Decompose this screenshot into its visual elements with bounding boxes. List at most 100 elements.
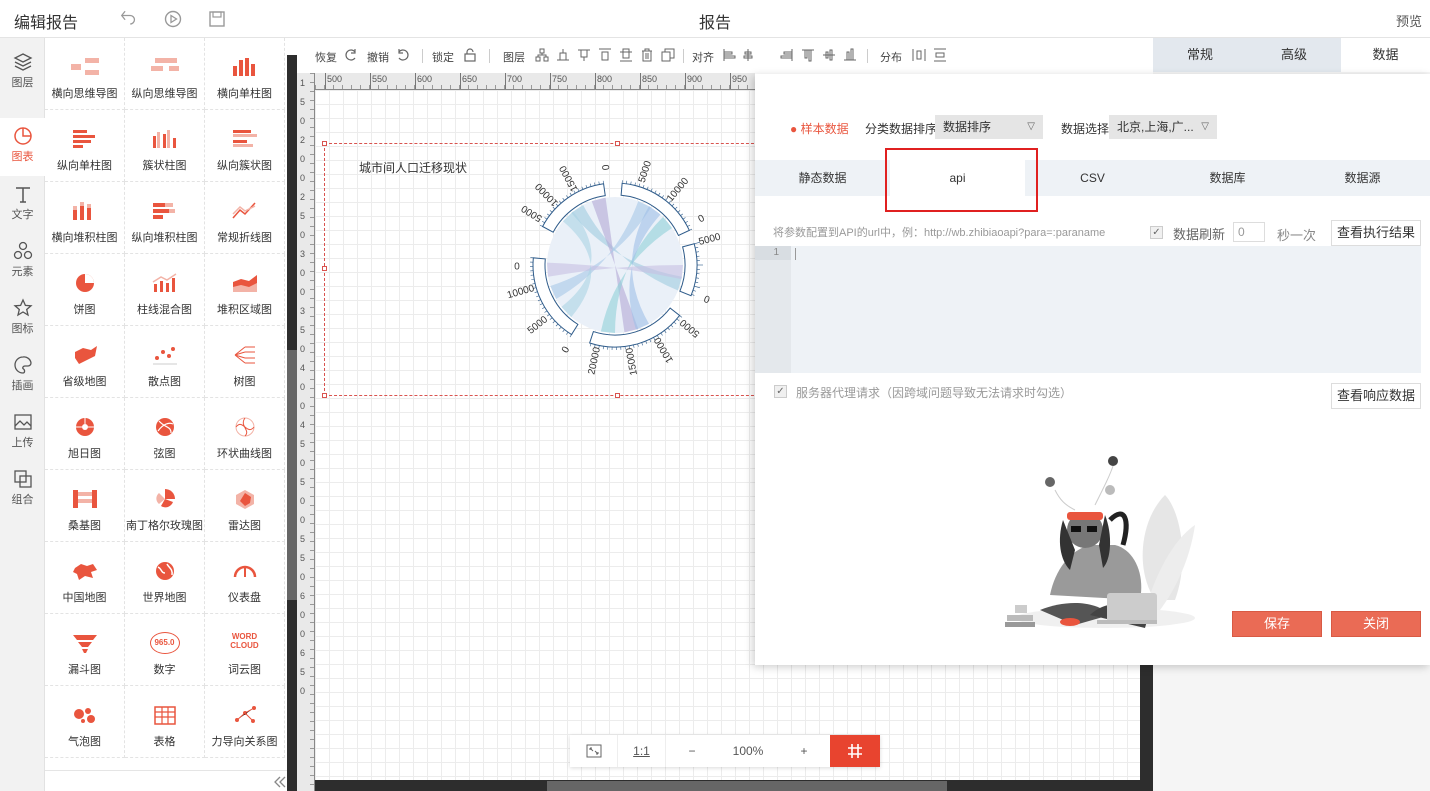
- align-bottom-icon[interactable]: [843, 48, 857, 62]
- palette-item[interactable]: 散点图: [125, 326, 205, 398]
- palette-item[interactable]: 表格: [125, 686, 205, 758]
- zoom-out-button[interactable]: −: [666, 735, 718, 767]
- palette-item[interactable]: 漏斗图: [45, 614, 125, 686]
- actual-size-button[interactable]: 1:1: [618, 735, 666, 767]
- api-code-editor[interactable]: [755, 246, 1421, 373]
- refresh-interval-input[interactable]: 0: [1233, 222, 1265, 242]
- chord-tick: [638, 183, 641, 187]
- collapse-icon[interactable]: [273, 775, 287, 789]
- undo-icon[interactable]: [397, 48, 411, 62]
- horizontal-scroll-thumb[interactable]: [547, 781, 947, 791]
- tab-csv[interactable]: CSV: [1025, 160, 1160, 196]
- palette-item[interactable]: 965.0 数字: [125, 614, 205, 686]
- delete-icon[interactable]: [640, 48, 654, 62]
- rail-label: 插画: [11, 380, 34, 392]
- palette-item[interactable]: 环状曲线图: [205, 398, 285, 470]
- bring-forward-icon[interactable]: [556, 48, 570, 62]
- palette-item[interactable]: 堆积区域图: [205, 254, 285, 326]
- copy-icon[interactable]: [661, 48, 675, 62]
- palette-item[interactable]: 常规折线图: [205, 182, 285, 254]
- tab-datasource[interactable]: 数据源: [1295, 160, 1430, 196]
- align-right-icon[interactable]: [780, 48, 794, 62]
- palette-item-label: 散点图: [148, 376, 181, 388]
- view-response-button[interactable]: 查看响应数据: [1331, 383, 1421, 409]
- palette-item[interactable]: 旭日图: [45, 398, 125, 470]
- palette-item[interactable]: 力导向关系图: [205, 686, 285, 758]
- send-backward-icon[interactable]: [577, 48, 591, 62]
- palette-item[interactable]: 纵向单柱图: [45, 110, 125, 182]
- sample-data-link[interactable]: ● 样本数据: [790, 120, 849, 137]
- distribute-horizontal-icon[interactable]: [912, 48, 926, 62]
- layer-tree-icon[interactable]: [535, 48, 549, 62]
- align-middle-icon[interactable]: [822, 48, 836, 62]
- palette-item-label: 堆积区域图: [217, 304, 272, 316]
- proxy-checkbox[interactable]: ✓: [774, 385, 787, 398]
- resize-handle[interactable]: [322, 393, 327, 398]
- palette-item[interactable]: 省级地图: [45, 326, 125, 398]
- palette-item[interactable]: 簇状柱图: [125, 110, 205, 182]
- vertical-ruler: 1 5 0 2 0 0 2 5 0 3 0 0 3 5 0 4 0 0 4 5 0 5 0 0 5 5 0 6 0 0 6 5 0: [297, 73, 315, 791]
- preview-button[interactable]: 预览: [1396, 11, 1422, 30]
- tab-database[interactable]: 数据库: [1160, 160, 1295, 196]
- rail-text[interactable]: 文字: [0, 176, 45, 233]
- tab-general[interactable]: 常规: [1153, 38, 1247, 72]
- resize-handle[interactable]: [322, 266, 327, 271]
- refresh-checkbox[interactable]: ✓: [1150, 226, 1163, 239]
- palette-item[interactable]: 纵向堆积柱图: [125, 182, 205, 254]
- palette-item[interactable]: 桑基图: [45, 470, 125, 542]
- tab-advanced[interactable]: 高级: [1247, 38, 1341, 72]
- view-result-button[interactable]: 查看执行结果: [1331, 220, 1421, 246]
- palette-item[interactable]: 纵向簇状图: [205, 110, 285, 182]
- palette-item[interactable]: WORD CLOUD 词云图: [205, 614, 285, 686]
- lock-button[interactable]: 锁定: [432, 49, 454, 65]
- resize-handle[interactable]: [322, 141, 327, 146]
- distribute-vertical-icon[interactable]: [933, 48, 947, 62]
- rail-group[interactable]: 组合: [0, 461, 45, 518]
- sort-select-value: 数据排序: [943, 120, 992, 134]
- palette-item[interactable]: 南丁格尔玫瑰图: [125, 470, 205, 542]
- rail-upload[interactable]: 上传: [0, 404, 45, 461]
- chord-tick-label: 10000: [665, 175, 692, 204]
- palette-item[interactable]: 雷达图: [205, 470, 285, 542]
- palette-item[interactable]: 仪表盘: [205, 542, 285, 614]
- bring-to-front-icon[interactable]: [598, 48, 612, 62]
- palette-item[interactable]: 横向思维导图: [45, 38, 125, 110]
- palette-item[interactable]: 弦图: [125, 398, 205, 470]
- palette-scroll-thumb[interactable]: [287, 350, 297, 600]
- palette-item[interactable]: 横向堆积柱图: [45, 182, 125, 254]
- undo-button[interactable]: 撤销: [367, 49, 389, 65]
- tab-data[interactable]: 数据: [1341, 38, 1430, 72]
- rail-icons[interactable]: 图标: [0, 290, 45, 347]
- grid-toggle-button[interactable]: [830, 735, 880, 767]
- send-to-back-icon[interactable]: [619, 48, 633, 62]
- lock-icon[interactable]: [463, 48, 477, 62]
- palette-item[interactable]: 饼图: [45, 254, 125, 326]
- palette-item[interactable]: 中国地图: [45, 542, 125, 614]
- palette-item[interactable]: 气泡图: [45, 686, 125, 758]
- sort-select[interactable]: 数据排序 ▽: [935, 115, 1043, 139]
- zoom-in-button[interactable]: +: [778, 735, 830, 767]
- layer-button[interactable]: 图层: [503, 49, 525, 65]
- chord-tick: [598, 181, 600, 185]
- chord-tick: [589, 183, 592, 187]
- rail-layers[interactable]: 图层: [0, 44, 45, 101]
- palette-item[interactable]: 世界地图: [125, 542, 205, 614]
- rail-elements[interactable]: 元素: [0, 233, 45, 290]
- data-select-value: 北京,上海,广...: [1117, 120, 1194, 134]
- palette-item[interactable]: 树图: [205, 326, 285, 398]
- tab-static-data[interactable]: 静态数据: [755, 160, 890, 196]
- align-center-icon[interactable]: [743, 48, 753, 62]
- data-select[interactable]: 北京,上海,广... ▽: [1109, 115, 1217, 139]
- palette-item[interactable]: 横向单柱图: [205, 38, 285, 110]
- close-button[interactable]: 关闭: [1331, 611, 1421, 637]
- redo-button[interactable]: 恢复: [315, 49, 337, 65]
- palette-item[interactable]: 纵向思维导图: [125, 38, 205, 110]
- palette-item[interactable]: 柱线混合图: [125, 254, 205, 326]
- save-button[interactable]: 保存: [1232, 611, 1322, 637]
- align-left-icon[interactable]: [722, 48, 736, 62]
- align-top-icon[interactable]: [801, 48, 815, 62]
- fit-screen-button[interactable]: [570, 735, 618, 767]
- redo-icon[interactable]: [343, 48, 357, 62]
- rail-charts[interactable]: 图表: [0, 118, 45, 176]
- rail-illustrations[interactable]: 插画: [0, 347, 45, 404]
